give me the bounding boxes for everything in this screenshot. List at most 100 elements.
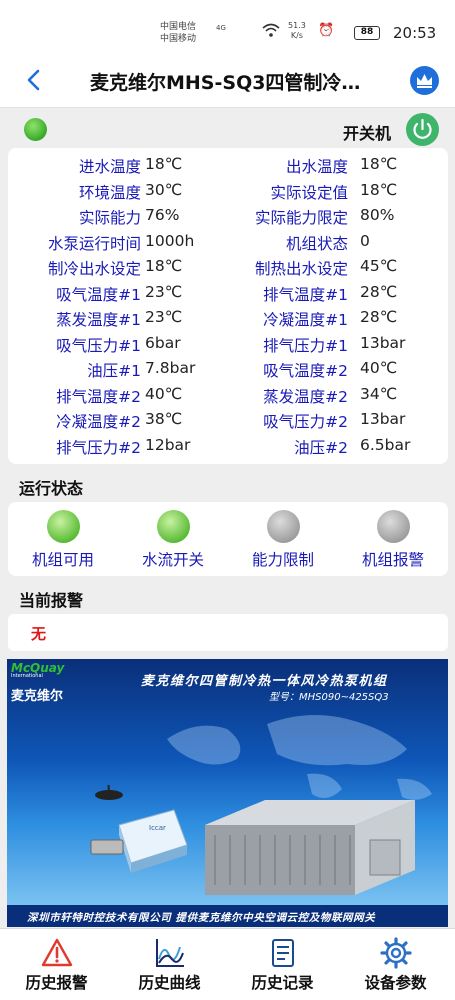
param-value: 6.5bar bbox=[360, 435, 411, 454]
param-row: 水泵运行时间 1000h 机组状态 0 bbox=[8, 232, 448, 257]
banner-footer: 深圳市轩特时控技术有限公司 提供麦克维尔中央空调云控及物联网网关 bbox=[7, 905, 448, 927]
nav-label: 历史曲线 bbox=[138, 974, 201, 992]
param-value: 18℃ bbox=[145, 257, 183, 275]
param-label: 吸气温度#2 bbox=[263, 362, 348, 380]
param-value: 23℃ bbox=[145, 282, 183, 301]
status-led bbox=[46, 510, 80, 543]
param-row: 油压#1 7.8bar 吸气温度#2 40℃ bbox=[8, 359, 448, 384]
param-value: 40℃ bbox=[145, 384, 183, 403]
network-speed: 51.3 K/s bbox=[288, 21, 306, 41]
param-value: 40℃ bbox=[360, 359, 398, 377]
chart-icon bbox=[155, 939, 184, 967]
run-status-title: 运行状态 bbox=[19, 479, 84, 498]
param-row: 冷凝温度#2 38℃ 吸气压力#2 13bar bbox=[8, 410, 448, 435]
status-label: 能力限制 bbox=[251, 551, 314, 569]
product-banner: McQuay International 麦克维尔 麦克维尔四管制冷热一体风冷热… bbox=[7, 659, 448, 927]
nav-history-record[interactable]: 历史记录 bbox=[226, 929, 339, 1000]
param-value: 45℃ bbox=[360, 257, 398, 275]
status-label: 机组报警 bbox=[361, 551, 424, 569]
param-row: 吸气压力#1 6bar 排气压力#1 13bar bbox=[8, 334, 448, 359]
current-alarm-card: 无 bbox=[8, 614, 448, 651]
param-label: 油压#2 bbox=[294, 438, 348, 457]
banner-footer-text: 深圳市轩特时控技术有限公司 提供麦克维尔中央空调云控及物联网网关 bbox=[27, 912, 376, 924]
status-led bbox=[376, 510, 410, 543]
param-row: 环境温度 30℃ 实际设定值 18℃ bbox=[8, 181, 448, 206]
param-value: 0 bbox=[360, 231, 370, 250]
param-label: 吸气压力#1 bbox=[56, 336, 141, 355]
power-button[interactable] bbox=[406, 113, 439, 146]
param-label: 蒸发温度#2 bbox=[263, 387, 348, 406]
param-label: 排气压力#1 bbox=[263, 336, 348, 355]
app-header: 麦克维尔MHS-SQ3四管制冷… bbox=[0, 52, 455, 108]
status-led bbox=[266, 510, 300, 543]
carrier-2: 中国移动 bbox=[160, 34, 197, 44]
param-label: 进水温度 bbox=[78, 158, 141, 176]
param-value: 38℃ bbox=[145, 410, 183, 428]
crown-icon bbox=[417, 74, 432, 88]
status-unit-alarm: 机组报警 bbox=[338, 510, 448, 570]
param-label: 制冷出水设定 bbox=[47, 260, 141, 278]
status-unit-available: 机组可用 bbox=[8, 510, 118, 570]
param-value: 6bar bbox=[145, 333, 181, 352]
param-label: 油压#1 bbox=[87, 362, 141, 380]
gear-icon bbox=[379, 937, 412, 969]
param-label: 出水温度 bbox=[285, 158, 348, 176]
network-type: 4G bbox=[216, 24, 226, 32]
iot-gateway-image: Iccar bbox=[90, 785, 188, 873]
param-value: 12bar bbox=[145, 435, 191, 454]
param-row: 排气压力#2 12bar 油压#2 6.5bar bbox=[8, 436, 448, 461]
nav-device-params[interactable]: 设备参数 bbox=[339, 929, 452, 1000]
status-label: 机组可用 bbox=[31, 551, 94, 569]
crown-button[interactable] bbox=[410, 66, 439, 95]
current-alarm-title: 当前报警 bbox=[19, 591, 84, 610]
brand-name: 麦克维尔 bbox=[11, 689, 64, 704]
param-value: 7.8bar bbox=[145, 359, 196, 377]
gateway-label: Iccar bbox=[149, 824, 166, 832]
warning-icon bbox=[41, 938, 72, 967]
status-water-flow-switch: 水流开关 bbox=[118, 510, 228, 570]
param-label: 排气压力#2 bbox=[56, 438, 141, 457]
battery-indicator: 88 bbox=[354, 26, 380, 40]
param-row: 进水温度 18℃ 出水温度 18℃ bbox=[8, 155, 448, 180]
param-value: 13bar bbox=[360, 333, 406, 352]
param-row: 实际能力 76% 实际能力限定 80% bbox=[8, 206, 448, 231]
param-value: 34℃ bbox=[360, 384, 398, 403]
nav-history-alarm[interactable]: 历史报警 bbox=[0, 929, 113, 1000]
nav-history-curve[interactable]: 历史曲线 bbox=[113, 929, 226, 1000]
back-arrow-icon[interactable] bbox=[20, 66, 48, 94]
status-label: 水流开关 bbox=[141, 551, 204, 569]
alarm-clock-icon: ⏰ bbox=[318, 23, 339, 38]
mcquay-logo-sub: International bbox=[11, 673, 43, 679]
wifi-icon bbox=[262, 23, 280, 37]
param-row: 吸气温度#1 23℃ 排气温度#1 28℃ bbox=[8, 283, 448, 308]
run-status-card: 机组可用 水流开关 能力限制 机组报警 bbox=[8, 502, 448, 576]
status-bar: 中国电信 中国移动 4G 51.3 K/s ⏰ 88 20:53 bbox=[0, 0, 455, 52]
nav-label: 历史报警 bbox=[25, 974, 88, 992]
param-value: 76% bbox=[145, 206, 180, 224]
param-value: 18℃ bbox=[360, 180, 398, 199]
param-row: 排气温度#2 40℃ 蒸发温度#2 34℃ bbox=[8, 385, 448, 410]
clock: 20:53 bbox=[393, 24, 437, 42]
page-title: 麦克维尔MHS-SQ3四管制冷… bbox=[90, 72, 361, 94]
speed-value: 51.3 bbox=[288, 21, 306, 30]
power-status-led bbox=[24, 118, 47, 141]
document-icon bbox=[271, 939, 294, 967]
param-label: 排气温度#2 bbox=[56, 387, 141, 406]
nav-label: 历史记录 bbox=[251, 974, 314, 992]
param-value: 13bar bbox=[360, 410, 406, 428]
status-capacity-limit: 能力限制 bbox=[228, 510, 338, 570]
param-value: 23℃ bbox=[145, 308, 183, 326]
param-label: 吸气压力#2 bbox=[263, 413, 348, 431]
status-led bbox=[156, 510, 190, 543]
param-value: 28℃ bbox=[360, 308, 398, 326]
carrier-names: 中国电信 中国移动 bbox=[160, 21, 196, 45]
param-label: 机组状态 bbox=[285, 234, 348, 253]
param-value: 80% bbox=[360, 206, 395, 224]
param-value: 18℃ bbox=[360, 155, 398, 173]
power-label: 开关机 bbox=[343, 124, 392, 143]
param-value: 30℃ bbox=[145, 180, 183, 199]
alarm-text: 无 bbox=[31, 625, 47, 643]
parameter-card: 进水温度 18℃ 出水温度 18℃ 环境温度 30℃ 实际设定值 18℃ 实际能… bbox=[8, 148, 448, 464]
param-row: 蒸发温度#1 23℃ 冷凝温度#1 28℃ bbox=[8, 308, 448, 333]
param-label: 吸气温度#1 bbox=[56, 285, 141, 304]
